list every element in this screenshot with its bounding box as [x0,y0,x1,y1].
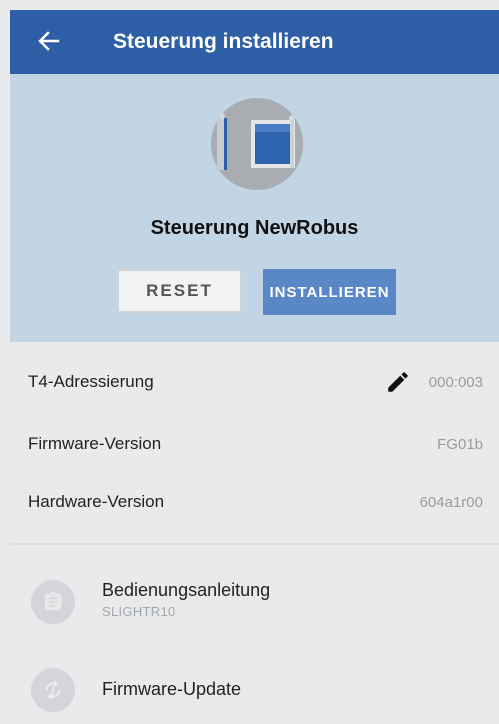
list-item-subtitle: SLIGHTR10 [102,604,176,619]
detail-label: Firmware-Version [28,434,162,453]
list-item-firmware-update[interactable]: Firmware-Update [10,652,499,724]
update-icon [31,668,75,712]
arrow-left-icon[interactable] [38,28,60,54]
detail-label: T4-Adressierung [28,372,154,391]
reset-button[interactable]: RESET [117,269,242,313]
section-divider [10,543,499,545]
detail-value: 000:003 [428,374,483,391]
device-avatar [211,98,303,190]
detail-value: FG01b [437,436,483,453]
detail-label: Hardware-Version [28,492,165,511]
pencil-icon[interactable] [385,369,411,395]
detail-value: 604a1r00 [419,494,483,511]
app-bar: Steuerung installieren [10,10,499,74]
detail-row-addressing: T4-Adressierung 000:003 [10,352,499,414]
install-button[interactable]: INSTALLIEREN [263,269,396,315]
detail-row-firmware: Firmware-Version FG01b [10,414,499,476]
clipboard-icon [31,580,75,624]
device-name: Steuerung NewRobus [150,217,359,239]
list-item-manual[interactable]: Bedienungsanleitung SLIGHTR10 [10,566,499,638]
detail-row-hardware: Hardware-Version 604a1r00 [10,472,499,534]
list-item-title: Bedienungsanleitung [102,580,271,600]
list-item-title: Firmware-Update [102,679,242,699]
page-title: Steuerung installieren [113,30,334,53]
motor-controller-icon [211,98,303,190]
device-header: Steuerung NewRobus RESET INSTALLIEREN [10,74,499,342]
